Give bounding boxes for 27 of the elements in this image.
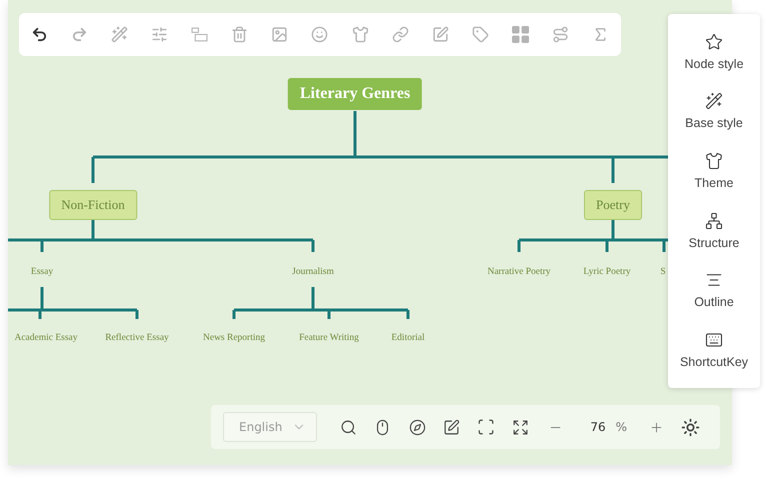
language-select[interactable]: English (223, 412, 318, 442)
panel-button[interactable]: Structure (688, 212, 740, 250)
panel-button[interactable]: ShortcutKey (680, 331, 748, 370)
keyboard-icon (705, 331, 723, 350)
subtopic-label[interactable]: Journalism (292, 267, 334, 277)
shirt-icon (705, 152, 723, 170)
subtopic-label[interactable]: Academic Essay (14, 333, 78, 343)
panel-button[interactable]: Base style (685, 92, 743, 130)
zoom-unit: % (616, 420, 628, 434)
panel-button[interactable]: Node style (684, 32, 744, 71)
subtopic-label[interactable]: Editorial (391, 333, 425, 343)
topic-node[interactable]: Non-Fiction (49, 190, 137, 220)
zoom-value: 76 (590, 420, 606, 434)
subtopic-label[interactable]: Reflective Essay (105, 333, 169, 343)
star-icon (705, 32, 723, 51)
magic-wand-icon (704, 92, 723, 110)
panel-button[interactable]: Outline (694, 271, 734, 310)
subtopic-label[interactable]: Narrative Poetry (487, 267, 551, 277)
subtopic-label[interactable]: Feature Writing (299, 333, 359, 343)
panel-button[interactable]: Theme (694, 152, 734, 190)
root-node[interactable]: Literary Genres (288, 78, 422, 110)
subtopic-label[interactable]: Essay (30, 267, 54, 277)
subtopic-label[interactable]: Lyric Poetry (583, 267, 631, 277)
structure-icon (705, 212, 723, 230)
subtopic-label[interactable]: News Reporting (203, 333, 265, 343)
subtopic-label[interactable]: S (660, 267, 666, 277)
topic-node[interactable]: Poetry (584, 190, 642, 220)
